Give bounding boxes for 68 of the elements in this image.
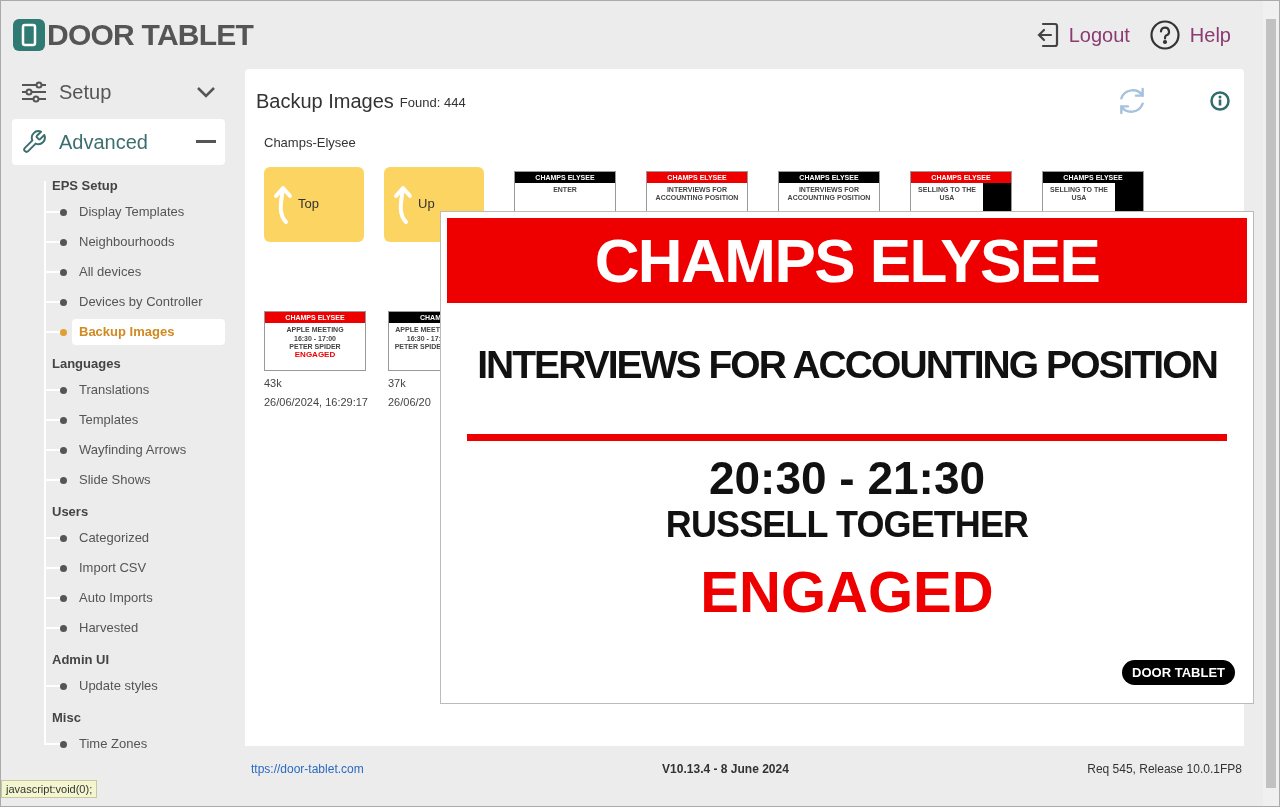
logo[interactable]: DOOR TABLET: [13, 19, 254, 51]
folder-path: Champs-Elysee: [264, 134, 357, 152]
bullet-icon: [60, 476, 67, 484]
preview-status: ENGAGED: [700, 563, 994, 621]
website-link[interactable]: ttps://door-tablet.com: [251, 759, 364, 778]
sidebar-group-title: Languages: [52, 355, 122, 374]
sidebar-section[interactable]: Advanced: [12, 119, 225, 165]
folder-label: Top: [298, 195, 319, 214]
bullet-icon: [60, 594, 67, 602]
found-count: Found: 444: [399, 94, 466, 113]
sidebar-item[interactable]: Harvested: [72, 615, 225, 641]
preview-badge: DOOR TABLET: [1122, 659, 1235, 685]
sidebar-group-title: EPS Setup: [52, 177, 119, 196]
bullet-icon: [60, 416, 67, 424]
sidebar-item[interactable]: Templates: [72, 407, 225, 433]
release-text: Req 545, Release 10.0.1FP8: [1087, 760, 1242, 778]
file-date: 26/06/2024, 16:29:17: [264, 395, 368, 410]
bullet-icon: [60, 624, 67, 632]
sidebar-item[interactable]: Translations: [72, 377, 225, 403]
sidebar-item[interactable]: Display Templates: [72, 199, 225, 225]
sidebar-item[interactable]: Slide Shows: [72, 467, 225, 493]
help-link[interactable]: Help: [1149, 20, 1231, 50]
file-date: 26/06/20: [388, 395, 432, 410]
scrollbar[interactable]: [1263, 1, 1279, 806]
help-icon: [1149, 20, 1180, 50]
sidebar-item[interactable]: Auto Imports: [72, 585, 225, 611]
file-size: 37k: [388, 375, 407, 391]
bullet-icon: [60, 740, 67, 748]
tablet-logo-icon: [13, 19, 45, 51]
logout-link[interactable]: Logout: [1034, 20, 1130, 50]
sidebar-item[interactable]: All devices: [72, 259, 225, 285]
bullet-icon: [60, 208, 67, 216]
bullet-icon: [60, 446, 67, 454]
folder-label: Up: [418, 195, 435, 214]
page-title: Backup Images: [256, 89, 394, 114]
thumbnail-text: ENGAGED: [294, 350, 336, 359]
bullet-icon: [60, 386, 67, 394]
sidebar-item[interactable]: Update styles: [72, 673, 225, 699]
chevron-down-icon: [196, 86, 216, 98]
sidebar-item[interactable]: Import CSV: [72, 555, 225, 581]
sidebar-item[interactable]: Wayfinding Arrows: [72, 437, 225, 463]
bullet-icon: [60, 328, 67, 336]
sidebar-group-title: Misc: [52, 709, 82, 728]
file-size: 43k: [264, 375, 283, 391]
sidebar-item[interactable]: Neighbourhoods: [72, 229, 225, 255]
version-text: V10.13.4 - 8 June 2024: [661, 760, 790, 778]
preview-person: RUSSELL TOGETHER: [665, 507, 1029, 543]
sidebar-section[interactable]: Setup: [12, 69, 225, 115]
preview-time: 20:30 - 21:30: [708, 455, 986, 501]
sidebar-group-title: Users: [52, 503, 90, 522]
preview-header: CHAMPS ELYSEE: [447, 218, 1247, 303]
preview-title: INTERVIEWS FOR ACCOUNTING POSITION: [477, 345, 1217, 384]
bullet-icon: [60, 298, 67, 306]
status-tooltip: javascript:void(0);: [1, 779, 98, 798]
bullet-icon: [60, 534, 67, 542]
bullet-icon: [60, 238, 67, 246]
folder[interactable]: Top: [264, 166, 364, 242]
bullet-icon: [60, 268, 67, 276]
sidebar-item[interactable]: Devices by Controller: [72, 289, 225, 315]
bullet-icon: [60, 682, 67, 690]
sidebar-item[interactable]: Categorized: [72, 525, 225, 551]
sidebar-item[interactable]: Time Zones: [72, 731, 225, 757]
minus-icon: [196, 140, 216, 144]
sliders-icon: [21, 81, 47, 103]
bullet-icon: [60, 564, 67, 572]
info-icon[interactable]: [1210, 91, 1230, 111]
sidebar-group-title: Admin UI: [52, 651, 111, 670]
wrench-icon: [21, 129, 47, 155]
